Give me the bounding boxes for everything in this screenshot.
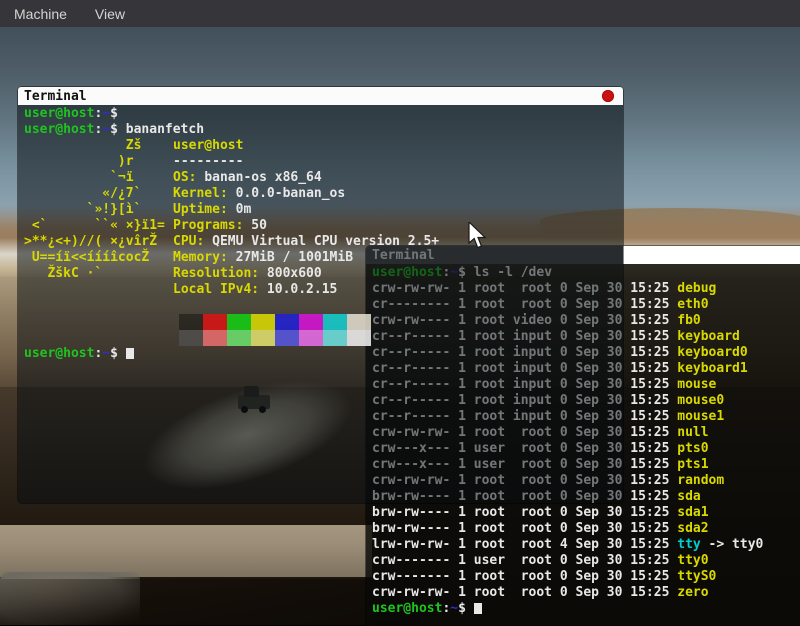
ascii-art: <` ``« ×}ï1= <box>24 218 173 234</box>
dev-list-row: lrw-rw-rw- 1 root root 4 Sep 30 15:25 tt… <box>372 537 800 553</box>
palette-swatch <box>299 330 323 346</box>
device-name: tty0 <box>677 553 708 568</box>
fetch-line: `»!}[ì`Uptime: 0m <box>24 202 623 218</box>
terminal-window-bananfetch[interactable]: Terminal user@host:~$ user@host:~$ banan… <box>18 87 623 503</box>
fetch-label: Programs: <box>173 218 243 233</box>
prompt-line: user@host:~$ <box>24 106 623 122</box>
dev-list-row: crw------- 1 root root 0 Sep 30 15:25 tt… <box>372 569 800 585</box>
text-cursor <box>474 603 482 614</box>
fetch-line: U==íï<<íííîcocŽMemory: 27MiB / 1001MiB <box>24 250 623 266</box>
ascii-art: U==íï<<íííîcocŽ <box>24 250 173 266</box>
prompt-command-line: user@host:~$ bananfetch <box>24 122 623 138</box>
fetch-value: 0.0.0-banan_os <box>236 186 346 201</box>
fetch-label: CPU: <box>173 234 204 249</box>
device-name: sda <box>677 489 700 504</box>
fetch-label: Kernel: <box>173 186 228 201</box>
fetch-label: Resolution: <box>173 266 259 281</box>
ascii-art: `¬ï <box>24 170 173 186</box>
device-name: fb0 <box>677 313 700 328</box>
palette-swatch <box>179 314 203 330</box>
fetch-value: 10.0.2.15 <box>267 282 337 297</box>
fetch-value: 50 <box>251 218 267 233</box>
device-name: ttyS0 <box>677 569 716 584</box>
fetch-line: Zšuser@host <box>24 138 623 154</box>
fetch-value: QEMU Virtual CPU version 2.5+ <box>212 234 439 249</box>
text-cursor <box>126 348 134 359</box>
fetch-value: banan-os x86_64 <box>204 170 321 185</box>
dev-list-row: brw-rw---- 1 root root 0 Sep 30 15:25 sd… <box>372 521 800 537</box>
palette-swatch <box>323 314 347 330</box>
device-name: eth0 <box>677 297 708 312</box>
fetch-label: Local IPv4: <box>173 282 259 297</box>
prompt-cursor-line: user@host:~$ <box>372 601 800 617</box>
background-rock-bright <box>0 525 372 577</box>
ascii-art: ŽškC ·` <box>24 266 173 282</box>
device-name: tty <box>677 537 700 552</box>
window1-titlebar[interactable]: Terminal <box>18 87 623 105</box>
palette-swatch <box>251 330 275 346</box>
device-name: mouse <box>677 377 716 392</box>
fetch-label: Uptime: <box>173 202 228 217</box>
ascii-art: >**¿<+)//( ×¿vîrŽ <box>24 234 173 250</box>
palette-swatch <box>251 314 275 330</box>
fetch-line: «/¿7`Kernel: 0.0.0-banan_os <box>24 186 623 202</box>
fetch-value: --------- <box>173 154 243 169</box>
palette-swatch <box>227 314 251 330</box>
palette-swatch <box>275 314 299 330</box>
fetch-label: OS: <box>173 170 196 185</box>
background-rock-dark <box>0 579 420 625</box>
device-name: sda1 <box>677 505 708 520</box>
palette-swatch <box>299 314 323 330</box>
dev-list-row: crw------- 1 user root 0 Sep 30 15:25 tt… <box>372 553 800 569</box>
ascii-art: Zš <box>24 138 173 154</box>
fetch-line: >**¿<+)//( ×¿vîrŽCPU: QEMU Virtual CPU v… <box>24 234 623 250</box>
palette-swatch <box>347 314 371 330</box>
device-name: random <box>677 473 724 488</box>
fetch-line: Local IPv4: 10.0.2.15 <box>24 282 623 298</box>
dev-list-row: crw-rw-rw- 1 root root 0 Sep 30 15:25 ze… <box>372 585 800 601</box>
fetch-value: 800x600 <box>267 266 322 281</box>
ascii-art: «/¿7` <box>24 186 173 202</box>
device-name: pts1 <box>677 457 708 472</box>
menu-view[interactable]: View <box>81 0 139 27</box>
fetch-line: <` ``« ×}ï1=Programs: 50 <box>24 218 623 234</box>
device-name: sda2 <box>677 521 708 536</box>
fetch-line: )r--------- <box>24 154 623 170</box>
dev-list-row: brw-rw---- 1 root root 0 Sep 30 15:25 sd… <box>372 505 800 521</box>
device-name: zero <box>677 585 708 600</box>
device-name: pts0 <box>677 441 708 456</box>
mouse-cursor-icon <box>468 222 487 254</box>
device-name: null <box>677 425 708 440</box>
menu-bar: Machine View <box>0 0 800 27</box>
close-button[interactable] <box>602 90 614 102</box>
fetch-value: 0m <box>236 202 252 217</box>
device-name: debug <box>677 281 716 296</box>
fetch-line: ŽškC ·`Resolution: 800x600 <box>24 266 623 282</box>
prompt-cursor-line: user@host:~$ <box>24 346 623 362</box>
window1-terminal-output[interactable]: user@host:~$ user@host:~$ bananfetch Zšu… <box>18 105 623 503</box>
device-name: mouse0 <box>677 393 724 408</box>
window1-title: Terminal <box>24 89 87 104</box>
blank-line <box>24 298 623 314</box>
menu-machine[interactable]: Machine <box>0 0 81 27</box>
color-palette-row-2 <box>179 330 623 346</box>
color-palette-row-1 <box>179 314 623 330</box>
palette-swatch <box>227 330 251 346</box>
fetch-line: `¬ïOS: banan-os x86_64 <box>24 170 623 186</box>
palette-swatch <box>179 330 203 346</box>
palette-swatch <box>347 330 371 346</box>
device-name: mouse1 <box>677 409 724 424</box>
ascii-art: `»!}[ì` <box>24 202 173 218</box>
palette-swatch <box>203 314 227 330</box>
palette-swatch <box>323 330 347 346</box>
fetch-label: Memory: <box>173 250 228 265</box>
palette-swatch <box>203 330 227 346</box>
palette-swatch <box>275 330 299 346</box>
fetch-value: 27MiB / 1001MiB <box>236 250 353 265</box>
device-name: keyboard1 <box>677 361 747 376</box>
device-name: keyboard <box>677 329 740 344</box>
ascii-art: )r <box>24 154 173 170</box>
device-name: keyboard0 <box>677 345 747 360</box>
fetch-value: user@host <box>173 138 243 153</box>
